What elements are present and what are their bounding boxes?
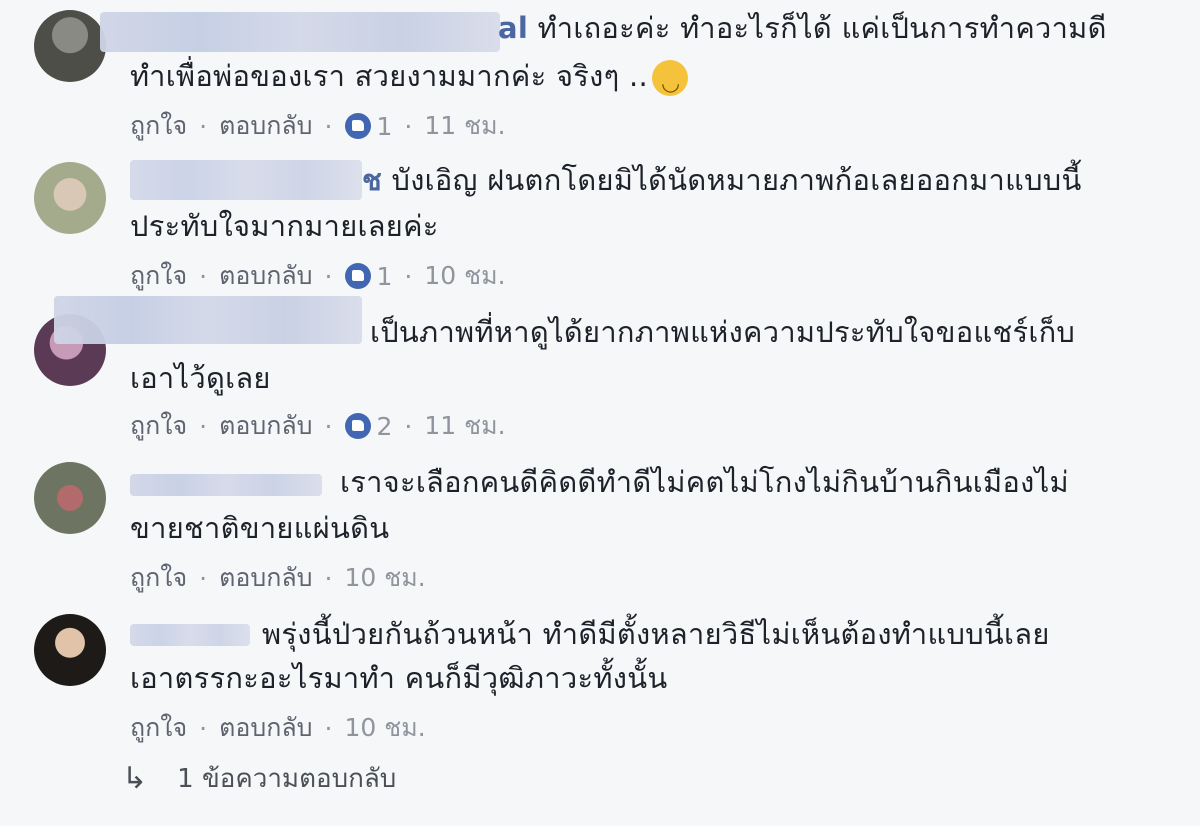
reply-button[interactable]: ตอบกลับ — [219, 558, 312, 598]
comment-text: พรุ่งนี้ป่วยกันถ้วนหน้า ทำดีมีตั้งหลายวิ… — [262, 617, 1050, 651]
author-name-redacted[interactable] — [130, 474, 322, 496]
comment-text: ประทับใจมากมายเลยค่ะ — [130, 209, 439, 243]
comment-timestamp[interactable]: 10 ชม. — [345, 708, 426, 748]
like-button[interactable]: ถูกใจ — [130, 256, 187, 296]
comment-text: ทำเถอะค่ะ ทำอะไรก็ได้ แค่เป็นการทำความดี — [537, 11, 1107, 45]
replies-count-label[interactable]: 1 ข้อความตอบกลับ — [177, 758, 396, 799]
reaction-count[interactable]: 2 — [377, 412, 393, 441]
like-reaction-icon[interactable] — [344, 113, 371, 139]
comment-text: ขายชาติขายแผ่นดิน — [130, 511, 390, 545]
reply-button[interactable]: ตอบกลับ — [219, 406, 312, 446]
avatar[interactable] — [34, 614, 106, 686]
author-name-redacted[interactable] — [100, 12, 500, 52]
like-button[interactable]: ถูกใจ — [130, 708, 187, 748]
like-reaction-icon[interactable] — [344, 413, 371, 439]
comment-timestamp[interactable]: 11 ชม. — [424, 106, 505, 146]
avatar[interactable] — [34, 462, 106, 534]
comment-text: เราจะเลือกคนดีคิดดีทำดีไม่คตไม่โกงไม่กิน… — [340, 465, 1069, 499]
comment-text: เอาไว้ดูเลย — [130, 361, 271, 395]
author-name-redacted[interactable] — [130, 160, 362, 200]
reply-button[interactable]: ตอบกลับ — [219, 106, 312, 146]
reaction-count[interactable]: 1 — [377, 262, 393, 291]
like-reaction-icon[interactable] — [344, 263, 371, 289]
comment-timestamp[interactable]: 10 ชม. — [345, 558, 426, 598]
smile-emoji-icon — [652, 60, 689, 106]
author-name[interactable]: ช — [362, 163, 382, 197]
reaction-count[interactable]: 1 — [377, 112, 393, 141]
like-button[interactable]: ถูกใจ — [130, 406, 187, 446]
like-button[interactable]: ถูกใจ — [130, 558, 187, 598]
comment-timestamp[interactable]: 10 ชม. — [424, 256, 505, 296]
avatar[interactable] — [34, 162, 106, 234]
like-button[interactable]: ถูกใจ — [130, 106, 187, 146]
comment-text: บังเอิญ ฝนตกโดยมิได้นัดหมายภาพก้อเลยออกม… — [391, 163, 1082, 197]
view-replies-link[interactable]: ↳ 1 ข้อความตอบกลับ — [122, 758, 396, 799]
author-name-redacted[interactable] — [54, 296, 362, 344]
comment-text: เป็นภาพที่หาดูได้ยากภาพแห่งความประทับใจข… — [370, 315, 1076, 349]
comment-text: ทำเพื่อพ่อของเรา สวยงามมากค่ะ จริงๆ .. — [130, 59, 649, 93]
author-name-redacted[interactable] — [130, 624, 250, 646]
reply-arrow-icon: ↳ — [122, 761, 148, 796]
reply-button[interactable]: ตอบกลับ — [219, 708, 312, 748]
comment-text: เอาตรรกะอะไรมาทำ คนก็มีวุฒิภาวะทั้งนั้น — [130, 661, 668, 695]
avatar[interactable] — [34, 10, 106, 82]
author-name[interactable]: al — [498, 11, 528, 45]
comment-timestamp[interactable]: 11 ชม. — [424, 406, 505, 446]
reply-button[interactable]: ตอบกลับ — [219, 256, 312, 296]
